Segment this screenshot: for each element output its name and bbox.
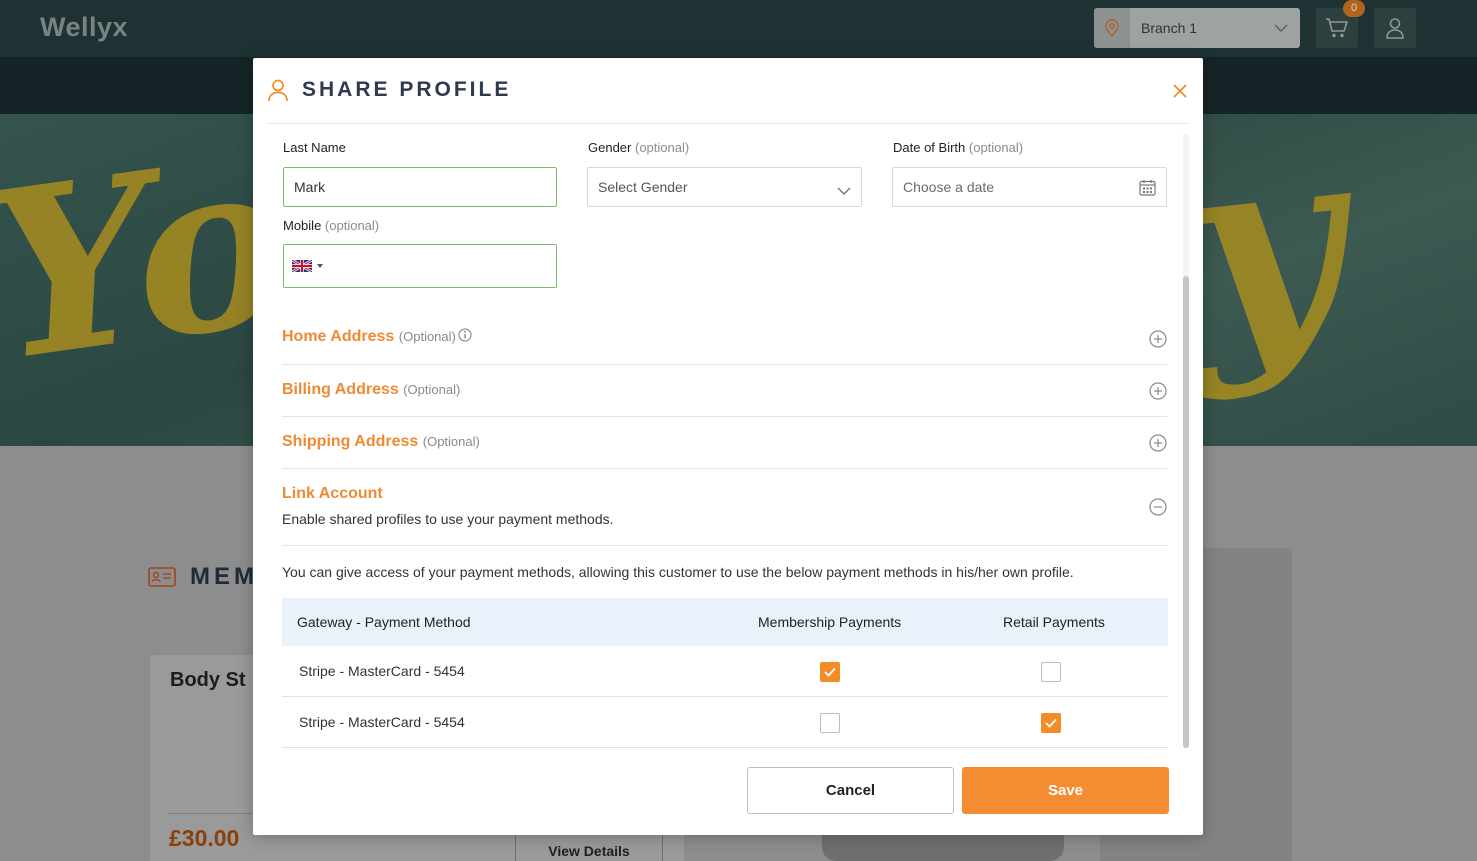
chevron-down-icon (1274, 19, 1288, 37)
link-account-section[interactable]: Link Account Enable shared profiles to u… (282, 469, 1167, 546)
cart-icon (1326, 18, 1348, 38)
id-card-icon (148, 567, 176, 587)
gender-label: Gender (optional) (588, 140, 690, 155)
branch-label: Branch 1 (1141, 20, 1198, 36)
check-icon (824, 667, 836, 677)
column-header-method: Gateway - Payment Method (297, 614, 471, 630)
payment-table-header: Gateway - Payment Method Membership Paym… (282, 598, 1168, 646)
minus-circle-icon[interactable] (1149, 498, 1167, 521)
link-account-description: Enable shared profiles to use your payme… (282, 511, 614, 527)
retail-payments-checkbox[interactable] (1041, 662, 1061, 682)
plus-circle-icon[interactable] (1149, 434, 1167, 457)
last-name-label: Last Name (283, 140, 346, 155)
share-profile-modal: SHARE PROFILE Last Name Mark Gender (opt… (253, 58, 1203, 835)
memberships-heading: MEM (148, 563, 258, 591)
membership-payments-checkbox[interactable] (820, 713, 840, 733)
memberships-heading-text: MEM (190, 563, 258, 590)
membership-card-title: Body St (170, 669, 246, 691)
plus-circle-icon[interactable] (1149, 382, 1167, 405)
side-panel-footer (822, 835, 1064, 861)
cart-count-badge: 0 (1343, 0, 1365, 17)
billing-address-title: Billing Address (Optional) (282, 381, 461, 398)
home-address-title: Home Address (Optional) (282, 328, 472, 347)
app-logo[interactable]: Wellyx (40, 12, 128, 43)
payment-method-label: Stripe - MasterCard - 5454 (299, 714, 465, 730)
membership-card-price: £30.00 (169, 825, 240, 851)
scrollbar-thumb[interactable] (1183, 276, 1189, 748)
payment-access-info: You can give access of your payment meth… (282, 564, 1074, 580)
location-pin-icon (1094, 8, 1130, 48)
link-account-title: Link Account (282, 485, 383, 502)
membership-payments-checkbox[interactable] (820, 662, 840, 682)
retail-payments-checkbox[interactable] (1041, 713, 1061, 733)
last-name-input[interactable]: Mark (283, 167, 557, 207)
payment-method-label: Stripe - MasterCard - 5454 (299, 663, 465, 679)
user-icon (266, 78, 290, 107)
table-row: Stripe - MasterCard - 5454 (282, 697, 1168, 748)
chevron-down-icon (837, 182, 851, 198)
info-icon[interactable] (458, 328, 472, 347)
calendar-icon[interactable] (1139, 179, 1156, 199)
gender-placeholder: Select Gender (598, 179, 688, 195)
mobile-input[interactable] (283, 244, 557, 288)
cancel-button[interactable]: Cancel (747, 767, 954, 814)
shipping-address-section[interactable]: Shipping Address (Optional) (282, 417, 1167, 469)
branch-selector[interactable]: Branch 1 (1094, 8, 1300, 48)
modal-title: SHARE PROFILE (302, 78, 512, 101)
column-header-retail: Retail Payments (1003, 614, 1105, 630)
close-button[interactable] (1166, 77, 1194, 105)
plus-circle-icon[interactable] (1149, 330, 1167, 353)
user-account-button[interactable] (1374, 8, 1416, 48)
dob-label: Date of Birth (optional) (893, 140, 1024, 155)
column-header-membership: Membership Payments (758, 614, 902, 630)
close-icon (1173, 84, 1187, 98)
uk-flag-icon[interactable] (292, 260, 323, 272)
check-icon (1045, 718, 1057, 728)
shipping-address-title: Shipping Address (Optional) (282, 433, 480, 450)
table-row: Stripe - MasterCard - 5454 (282, 646, 1168, 697)
save-button[interactable]: Save (962, 767, 1169, 814)
dob-datepicker[interactable]: Choose a date (892, 167, 1167, 207)
last-name-value: Mark (294, 179, 326, 195)
billing-address-section[interactable]: Billing Address (Optional) (282, 365, 1167, 417)
mobile-label: Mobile (optional) (283, 218, 380, 233)
user-icon (1386, 18, 1404, 39)
dob-placeholder: Choose a date (903, 179, 995, 195)
home-address-section[interactable]: Home Address (Optional) (282, 314, 1167, 365)
gender-select[interactable]: Select Gender (587, 167, 862, 207)
